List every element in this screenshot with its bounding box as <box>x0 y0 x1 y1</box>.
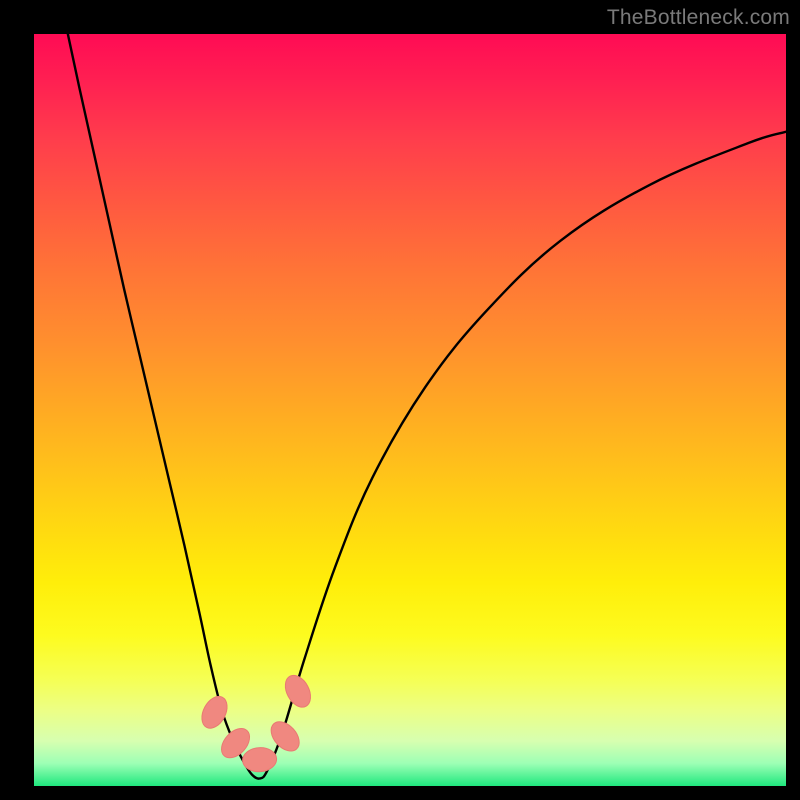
bottleneck-chart-svg <box>34 34 786 786</box>
watermark-text: TheBottleneck.com <box>607 6 790 30</box>
chart-frame: TheBottleneck.com <box>0 0 800 800</box>
curve-marker <box>280 671 315 711</box>
bottleneck-curve-line <box>68 34 786 779</box>
plot-area <box>34 34 786 786</box>
curve-marker <box>242 747 278 773</box>
